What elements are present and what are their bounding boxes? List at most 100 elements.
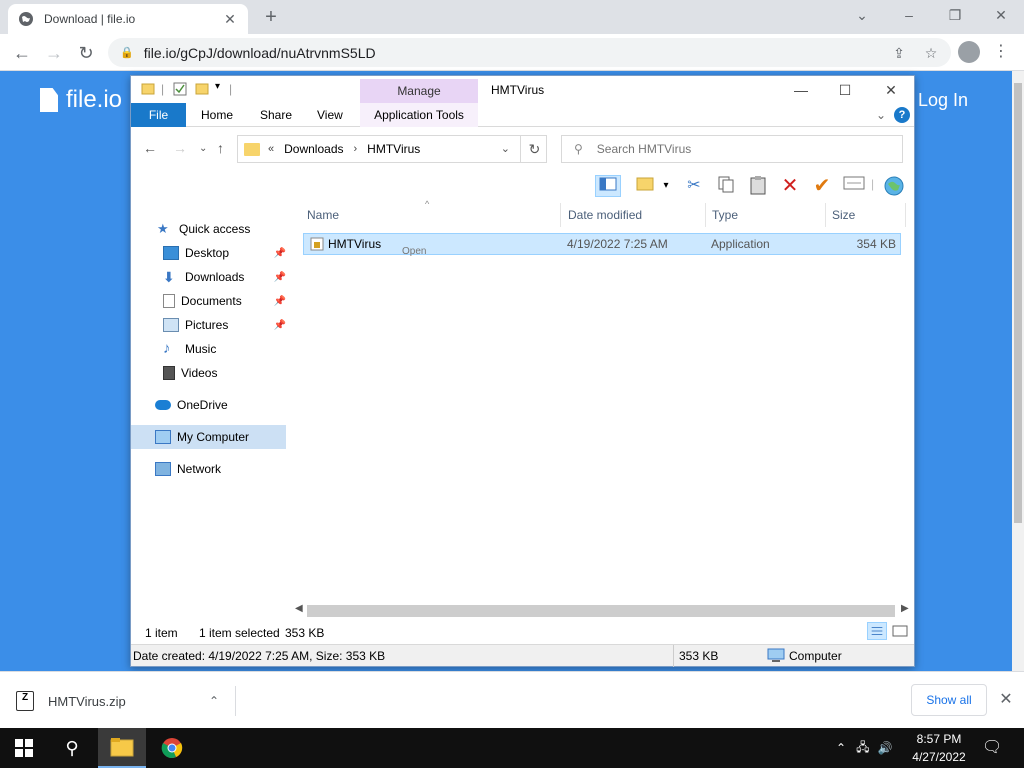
- windows-logo-icon: [15, 739, 33, 757]
- pin-icon[interactable]: 📌: [274, 296, 286, 307]
- clock[interactable]: 8:57 PM 4/27/2022: [904, 730, 974, 766]
- column-header-date[interactable]: Date modified: [564, 203, 706, 227]
- globe-icon[interactable]: [881, 175, 907, 197]
- pin-icon[interactable]: 📌: [274, 272, 286, 283]
- search-input[interactable]: [596, 142, 877, 156]
- up-arrow-icon[interactable]: ↑: [217, 140, 224, 156]
- item-count: 1 item: [145, 626, 178, 640]
- scrollbar-thumb[interactable]: [307, 605, 895, 617]
- tab-file[interactable]: File: [131, 103, 186, 127]
- paste-icon[interactable]: [745, 175, 771, 197]
- taskbar-file-explorer[interactable]: [98, 728, 146, 768]
- bookmark-star-icon[interactable]: ☆: [919, 41, 943, 65]
- qat-dropdown-icon[interactable]: ▾: [215, 81, 220, 92]
- notification-icon[interactable]: 🗨: [982, 737, 1002, 757]
- minimize-icon[interactable]: –: [895, 4, 923, 26]
- nav-documents[interactable]: Documents 📌: [131, 289, 286, 313]
- back-arrow-icon[interactable]: ←: [10, 41, 34, 65]
- nav-quick-access[interactable]: ★ Quick access: [131, 217, 286, 241]
- network-icon[interactable]: 🖧: [856, 738, 869, 759]
- close-icon[interactable]: ✕: [871, 80, 911, 100]
- pin-icon[interactable]: 📌: [274, 248, 286, 259]
- properties-icon[interactable]: [173, 82, 187, 96]
- tab-application-tools[interactable]: Application Tools: [360, 103, 478, 127]
- back-arrow-icon[interactable]: ←: [143, 140, 157, 156]
- breadcrumb-downloads[interactable]: Downloads: [284, 142, 343, 156]
- forward-arrow-icon[interactable]: →: [173, 140, 187, 156]
- rename-check-icon[interactable]: ✔: [809, 175, 835, 197]
- scroll-left-icon[interactable]: ◀: [295, 603, 303, 614]
- refresh-icon[interactable]: ↻: [520, 135, 548, 163]
- options-dropdown-icon[interactable]: ▾: [659, 175, 673, 197]
- chrome-icon: [161, 738, 183, 758]
- reload-icon[interactable]: ↻: [74, 41, 98, 65]
- close-icon[interactable]: ✕: [996, 688, 1016, 712]
- pin-icon[interactable]: 📌: [274, 320, 286, 331]
- nav-downloads[interactable]: ⬇ Downloads 📌: [131, 265, 286, 289]
- minimize-icon[interactable]: —: [781, 80, 821, 100]
- tab-search-icon[interactable]: ⌄: [848, 4, 876, 26]
- tab-close-icon[interactable]: ✕: [222, 11, 238, 27]
- nav-label: Network: [177, 462, 222, 476]
- site-logo[interactable]: file.io: [40, 86, 122, 114]
- menu-kebab-icon[interactable]: ⋮: [993, 41, 1009, 63]
- nav-desktop[interactable]: Desktop 📌: [131, 241, 286, 265]
- download-item[interactable]: Z HMTVirus.zip ⌃: [16, 686, 236, 716]
- nav-videos[interactable]: Videos: [131, 361, 286, 385]
- recent-locations-icon[interactable]: ⌄: [199, 143, 207, 154]
- preview-pane-icon[interactable]: [595, 175, 621, 197]
- column-header-type[interactable]: Type: [708, 203, 826, 227]
- details-view-icon[interactable]: [866, 622, 887, 640]
- page-scrollbar[interactable]: [1012, 71, 1024, 671]
- column-header-name[interactable]: Name: [303, 203, 561, 227]
- new-folder-icon[interactable]: [195, 82, 209, 96]
- share-icon[interactable]: ⇪: [887, 41, 911, 65]
- manage-tab[interactable]: Manage: [360, 79, 478, 103]
- nav-onedrive[interactable]: OneDrive: [131, 393, 286, 417]
- help-icon[interactable]: ?: [894, 107, 910, 123]
- address-dropdown-icon[interactable]: ⌄: [501, 142, 510, 155]
- login-link[interactable]: Log In: [918, 90, 968, 111]
- file-icon: [40, 88, 58, 112]
- nav-my-computer[interactable]: My Computer: [131, 425, 286, 449]
- ribbon-expand-icon[interactable]: ⌄: [876, 108, 886, 122]
- folder-options-icon[interactable]: [633, 175, 659, 197]
- address-bar[interactable]: 🔒 file.io/gCpJ/download/nuAtrvnmS5LD ⇪ ☆: [108, 38, 951, 67]
- explorer-address-bar[interactable]: « Downloads › HMTVirus ⌄: [237, 135, 547, 163]
- search-box[interactable]: ⚲: [561, 135, 903, 163]
- taskbar-chrome[interactable]: [148, 728, 196, 768]
- tab-view[interactable]: View: [305, 103, 355, 127]
- scroll-right-icon[interactable]: ▶: [901, 603, 909, 614]
- restore-icon[interactable]: ❐: [941, 4, 969, 26]
- close-window-icon[interactable]: ✕: [987, 4, 1015, 26]
- chevron-up-icon[interactable]: ⌃: [836, 741, 846, 755]
- qat-separator: |: [161, 82, 165, 96]
- chevron-up-icon[interactable]: ⌃: [209, 694, 219, 708]
- horizontal-scrollbar[interactable]: ◀ ▶: [291, 603, 914, 620]
- scrollbar-thumb[interactable]: [1014, 83, 1022, 523]
- delete-icon[interactable]: ✕: [777, 175, 803, 197]
- cut-icon[interactable]: ✂: [681, 175, 707, 197]
- profile-avatar-icon[interactable]: [958, 41, 980, 63]
- nav-music[interactable]: ♪ Music: [131, 337, 286, 361]
- start-button[interactable]: [0, 728, 48, 768]
- breadcrumb-hmtvirus[interactable]: HMTVirus: [367, 142, 420, 156]
- properties-icon[interactable]: [841, 175, 867, 197]
- nav-network[interactable]: Network: [131, 457, 286, 481]
- browser-tab[interactable]: Download | file.io ✕: [8, 4, 248, 34]
- file-row-selected[interactable]: HMTVirus Open 4/19/2022 7:25 AM Applicat…: [303, 233, 901, 257]
- tab-share[interactable]: Share: [248, 103, 304, 127]
- volume-icon[interactable]: 🔊: [877, 741, 892, 755]
- large-icons-view-icon[interactable]: [890, 622, 910, 640]
- breadcrumb-overflow[interactable]: «: [268, 143, 274, 155]
- search-icon[interactable]: ⚲: [48, 728, 96, 768]
- copy-icon[interactable]: [713, 175, 739, 197]
- column-header-size[interactable]: Size: [828, 203, 906, 227]
- maximize-icon[interactable]: ☐: [825, 80, 865, 100]
- show-all-button[interactable]: Show all: [911, 684, 987, 716]
- nav-pictures[interactable]: Pictures 📌: [131, 313, 286, 337]
- new-tab-button[interactable]: +: [260, 6, 282, 28]
- forward-arrow-icon[interactable]: →: [42, 41, 66, 65]
- tab-home[interactable]: Home: [189, 103, 245, 127]
- breadcrumb-chevron-icon[interactable]: ›: [354, 143, 358, 155]
